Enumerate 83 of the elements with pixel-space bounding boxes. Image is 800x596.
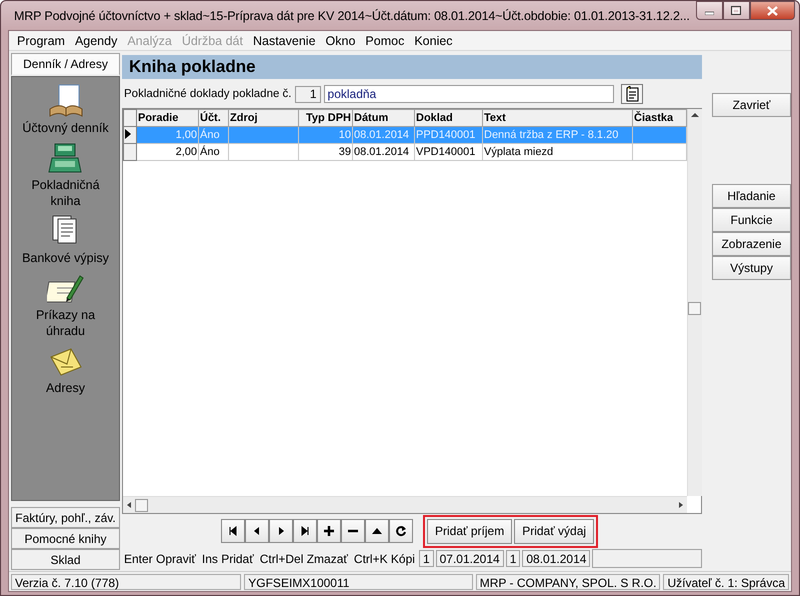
table-cell: Áno — [198, 144, 228, 160]
menu-item[interactable]: Koniec — [409, 34, 458, 48]
first-record-icon — [227, 525, 239, 537]
select-button[interactable] — [620, 84, 643, 104]
table-cell: VPD140001 — [414, 144, 482, 160]
column-header[interactable]: Text — [482, 110, 632, 126]
table-cell: 08.01.2014 — [352, 144, 414, 160]
minimize-button[interactable] — [696, 1, 723, 20]
shortcut-hint: Ctrl+Del Zmazať — [258, 552, 349, 566]
action-button[interactable]: Funkcie — [712, 208, 791, 232]
last-record-button[interactable] — [293, 519, 317, 543]
menu-item[interactable]: Pomoc — [360, 34, 410, 48]
notepad-icon — [624, 86, 640, 102]
shortcut-hint: Ins Pridať — [200, 552, 255, 566]
cash-name-field[interactable]: pokladňa — [324, 85, 614, 103]
table-cell: Výplata miezd — [482, 144, 632, 160]
close-icon — [766, 6, 778, 16]
maximize-icon — [731, 6, 742, 15]
close-button[interactable] — [750, 1, 795, 20]
delete-button[interactable] — [341, 519, 365, 543]
open-book-icon[interactable] — [46, 83, 84, 117]
column-header[interactable]: Účt. — [198, 110, 228, 126]
navigation-label[interactable]: Adresy — [18, 380, 114, 396]
table-cell: PPD140001 — [414, 126, 482, 144]
table-cell: 10 — [298, 126, 352, 144]
column-header[interactable]: Čiastka — [632, 110, 686, 126]
action-button[interactable]: Výstupy — [712, 256, 791, 280]
column-header[interactable]: Zdroj — [228, 110, 298, 126]
last-record-icon — [299, 525, 311, 537]
column-header[interactable]: Doklad — [414, 110, 482, 126]
sidebar-tab[interactable]: Denník / Adresy — [11, 53, 120, 76]
add-entry-button[interactable]: Pridať výdaj — [514, 518, 594, 544]
column-header[interactable]: Typ DPH — [298, 110, 352, 126]
action-button[interactable]: Zobrazenie — [712, 232, 791, 256]
status-text: YGFSEIMX100011 — [244, 574, 473, 590]
table-row[interactable]: 2,00 Áno 39 08.01.2014 VPD140001 Výplata miezd — [124, 144, 686, 160]
navigation-label[interactable]: Bankové výpisy — [18, 250, 114, 266]
row-pointer-icon — [124, 128, 132, 140]
next-button[interactable] — [269, 519, 293, 543]
action-button[interactable]: Zavrieť — [712, 93, 791, 117]
table-cell: 08.01.2014 — [352, 126, 414, 144]
cash-number-field[interactable]: 1 — [294, 86, 321, 102]
menu-item[interactable]: Okno — [320, 34, 360, 48]
menu-item[interactable]: Nastavenie — [248, 34, 321, 48]
action-button[interactable]: Hľadanie — [712, 184, 791, 208]
navigation-label[interactable]: Príkazy na úhradu — [18, 307, 114, 339]
status-field: 07.01.2014 — [436, 550, 504, 567]
window-title: MRP Podvojné účtovníctvo + sklad~15-Príprava dát pre KV 2014~Účt.dátum: 08.01.2014~Účt.obdobie: 01.01.2013-31.12.2... — [14, 8, 690, 22]
column-header[interactable]: Poradie — [136, 110, 198, 126]
add-button[interactable] — [317, 519, 341, 543]
table-cell: Áno — [198, 126, 228, 144]
navigation-label[interactable]: Účtovný denník — [18, 120, 114, 136]
shortcut-hint: Ctrl+K Kópi — [352, 552, 416, 566]
sidebar-tab[interactable]: Faktúry, pohľ., záv. — [11, 507, 120, 528]
sidebar-tab[interactable]: Sklad — [11, 549, 120, 570]
scrollbar-thumb[interactable] — [688, 302, 701, 315]
column-header[interactable]: Dátum — [352, 110, 414, 126]
previous-button[interactable] — [245, 519, 269, 543]
plus-icon — [323, 525, 335, 537]
navigation-label[interactable]: Pokladničná kniha — [18, 177, 114, 209]
field-label: Pokladničné doklady pokladne č. — [124, 88, 292, 100]
status-field: 08.01.2014 — [522, 550, 590, 567]
up-button[interactable] — [365, 519, 389, 543]
menu-item[interactable]: Agendy — [70, 34, 122, 48]
panel-title: Kniha pokladne — [122, 55, 702, 79]
table-cell: 1,00 — [136, 126, 198, 144]
table-cell: Denná tržba z ERP - 8.1.20 — [482, 126, 632, 144]
status-text: Užívateľ č. 1: Správca — [663, 574, 789, 590]
table-cell: 39 — [298, 144, 352, 160]
table-cell: 2,00 — [136, 144, 198, 160]
menu-item[interactable]: Program — [12, 34, 70, 48]
refresh-button[interactable] — [389, 519, 413, 543]
refresh-icon — [395, 525, 407, 537]
shortcut-hint: Enter Opraviť — [123, 552, 197, 566]
status-field: 1 — [506, 550, 520, 567]
status-text: Verzia č. 7.10 (778) — [11, 574, 242, 590]
maximize-button[interactable] — [722, 1, 750, 20]
scrollbar-thumb[interactable] — [135, 498, 148, 512]
status-text: MRP - COMPANY, SPOL. S R.O. — [476, 574, 660, 590]
first-record-button[interactable] — [221, 519, 245, 543]
sidebar-tab[interactable]: Pomocné knihy — [11, 528, 120, 549]
status-field: 1 — [418, 550, 434, 567]
add-entry-button[interactable]: Pridať príjem — [427, 518, 512, 544]
